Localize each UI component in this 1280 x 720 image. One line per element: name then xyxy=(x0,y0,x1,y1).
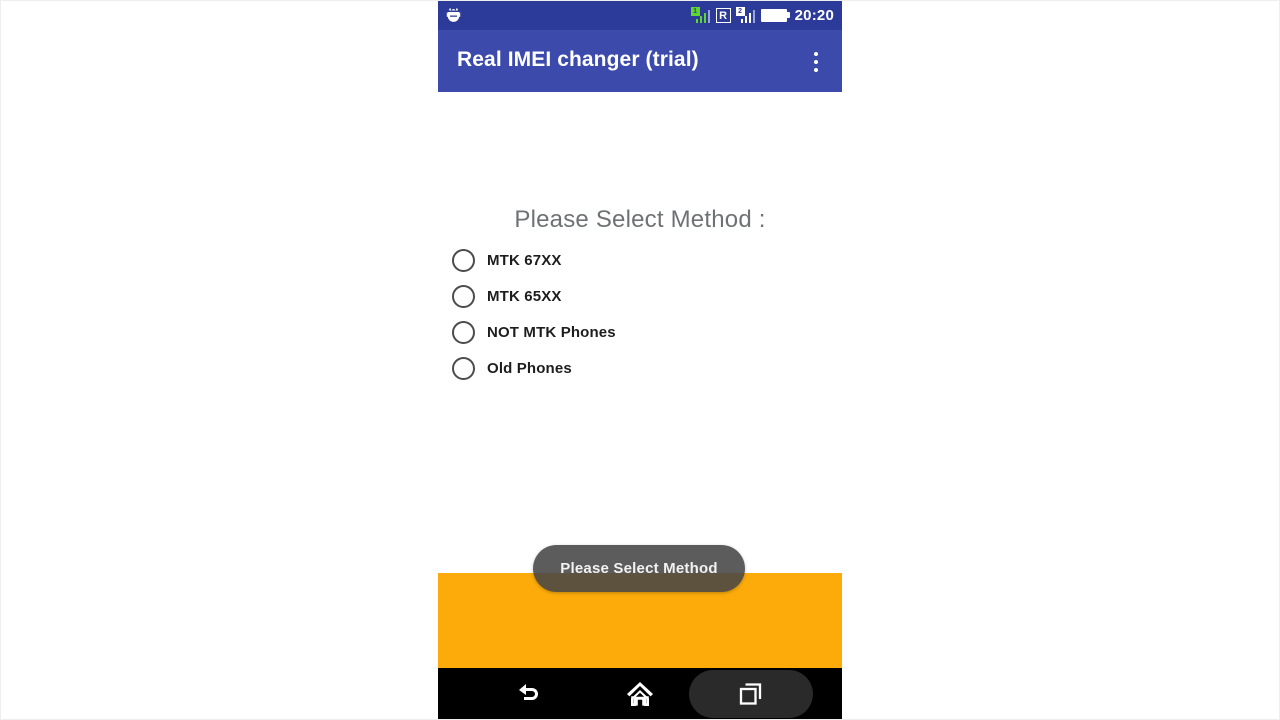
radio-option-old-phones[interactable]: Old Phones xyxy=(445,350,842,386)
screenshot-canvas: 1 R 2 20:20 Real IMEI changer (trial) CH… xyxy=(0,0,1280,720)
radio-circle-icon[interactable] xyxy=(452,320,475,344)
method-heading: Please Select Method : xyxy=(514,206,766,233)
toast-text: Please Select Method xyxy=(560,560,718,577)
radio-label: Old Phones xyxy=(487,359,572,377)
app-bar: Real IMEI changer (trial) xyxy=(438,30,842,92)
status-bar-indicators: 1 R 2 20:20 xyxy=(690,6,834,24)
back-arrow-icon[interactable] xyxy=(478,668,578,720)
navigation-bar xyxy=(438,668,842,720)
radio-option-not-mtk-phones[interactable]: NOT MTK Phones xyxy=(445,314,842,350)
status-bar-clock: 20:20 xyxy=(794,6,834,24)
more-vertical-icon[interactable] xyxy=(803,48,829,76)
recents-overview-icon[interactable] xyxy=(689,668,813,720)
page-title: Real IMEI changer (trial) xyxy=(457,48,699,71)
phone-screen: 1 R 2 20:20 Real IMEI changer (trial) CH… xyxy=(438,0,842,720)
bug-droid-icon xyxy=(446,7,461,22)
status-bar: 1 R 2 20:20 xyxy=(438,0,842,30)
radio-label: NOT MTK Phones xyxy=(487,323,616,341)
radio-label: MTK 65XX xyxy=(487,287,562,305)
status-bar-notifications xyxy=(445,7,462,24)
battery-full-icon xyxy=(760,8,790,22)
toast-message: Please Select Method xyxy=(533,545,745,592)
radio-option-mtk-65xx[interactable]: MTK 65XX xyxy=(445,278,842,314)
radio-circle-icon[interactable] xyxy=(452,284,475,308)
radio-label: MTK 67XX xyxy=(487,251,562,269)
signal-bars-sim1-icon: 1 xyxy=(690,7,711,23)
roaming-r-icon: R xyxy=(715,7,731,23)
home-icon[interactable] xyxy=(590,668,690,720)
radio-circle-icon[interactable] xyxy=(452,248,475,272)
signal-bars-sim2-icon: 2 xyxy=(735,7,756,23)
method-radio-group: MTK 67XX MTK 65XX NOT MTK Phones Old Pho… xyxy=(445,242,842,386)
radio-option-mtk-67xx[interactable]: MTK 67XX xyxy=(445,242,842,278)
radio-circle-icon[interactable] xyxy=(452,356,475,380)
